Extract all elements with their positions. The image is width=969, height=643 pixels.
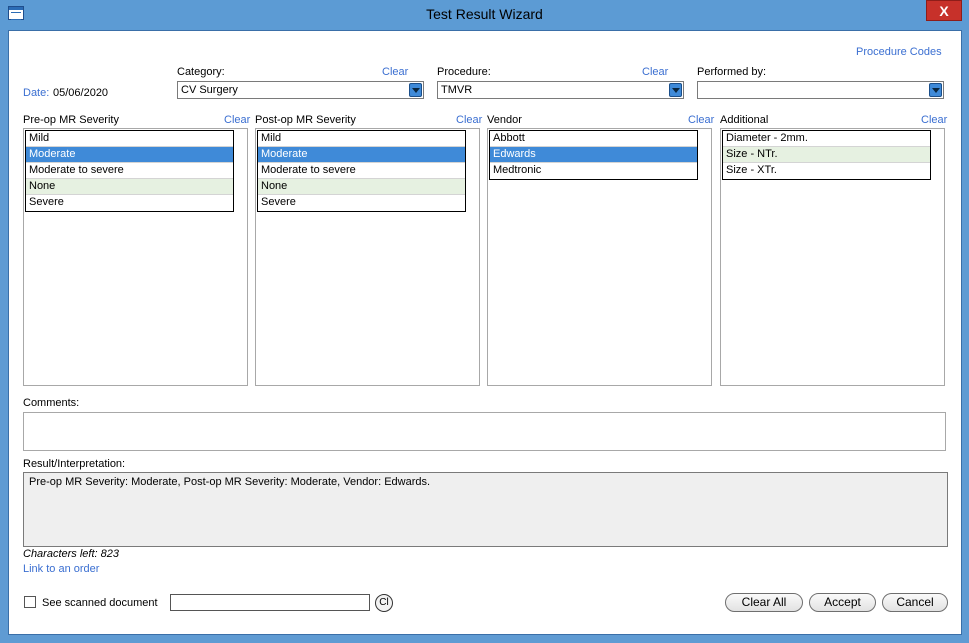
additional-list-panel: Diameter - 2mm. Size - NTr. Size - XTr. [720,128,945,386]
additional-clear-link[interactable]: Clear [921,114,947,126]
title-bar: Test Result Wizard X [0,0,969,30]
result-interpretation-field[interactable]: Pre-op MR Severity: Moderate, Post-op MR… [23,472,948,547]
post-op-severity-clear-link[interactable]: Clear [456,114,482,126]
date-value: 05/06/2020 [53,87,109,99]
post-op-severity-label: Post-op MR Severity [255,114,356,126]
date-label[interactable]: Date: [23,87,49,99]
list-item[interactable]: Edwards [490,147,697,163]
link-to-order[interactable]: Link to an order [23,563,99,575]
result-label: Result/Interpretation: [23,458,126,470]
scanned-clear-button[interactable]: Cl [375,594,393,612]
vendor-list-panel: Abbott Edwards Medtronic [487,128,712,386]
vendor-list[interactable]: Abbott Edwards Medtronic [489,130,698,180]
vendor-clear-link[interactable]: Clear [688,114,714,126]
list-item[interactable]: Size - NTr. [723,147,930,163]
cancel-button[interactable]: Cancel [882,593,948,612]
additional-label: Additional [720,114,769,126]
list-item[interactable]: Severe [26,195,233,211]
chevron-down-icon[interactable] [409,83,422,97]
post-op-severity-list[interactable]: Mild Moderate Moderate to severe None Se… [257,130,466,212]
list-item[interactable]: Medtronic [490,163,697,179]
procedure-codes-link[interactable]: Procedure Codes [856,46,942,58]
list-item[interactable]: Mild [26,131,233,147]
pre-op-severity-list[interactable]: Mild Moderate Moderate to severe None Se… [25,130,234,212]
comments-field[interactable] [23,412,946,451]
list-item[interactable]: Severe [258,195,465,211]
accept-button[interactable]: Accept [809,593,876,612]
procedure-combo[interactable]: TMVR [437,81,684,99]
pre-op-severity-list-panel: Mild Moderate Moderate to severe None Se… [23,128,248,386]
chevron-down-icon[interactable] [929,83,942,97]
clear-all-button[interactable]: Clear All [725,593,803,612]
procedure-label: Procedure: [437,66,491,78]
category-label: Category: [177,66,225,78]
list-item[interactable]: Diameter - 2mm. [723,131,930,147]
list-item[interactable]: Size - XTr. [723,163,930,179]
chevron-down-icon[interactable] [669,83,682,97]
list-item[interactable]: Moderate to severe [26,163,233,179]
list-item[interactable]: Moderate [26,147,233,163]
pre-op-severity-label: Pre-op MR Severity [23,114,119,126]
window-title: Test Result Wizard [426,6,543,22]
scanned-document-field[interactable] [170,594,370,611]
procedure-value: TMVR [441,84,473,96]
list-item[interactable]: Moderate [258,147,465,163]
performed-by-combo[interactable] [697,81,944,99]
see-scanned-checkbox[interactable] [24,596,36,608]
comments-label: Comments: [23,397,80,409]
list-item[interactable]: None [26,179,233,195]
category-combo[interactable]: CV Surgery [177,81,424,99]
see-scanned-label: See scanned document [42,597,158,609]
result-value: Pre-op MR Severity: Moderate, Post-op MR… [29,476,431,488]
list-item[interactable]: Mild [258,131,465,147]
list-item[interactable]: None [258,179,465,195]
dialog-body: Procedure Codes Date: 05/06/2020 Categor… [8,30,962,635]
post-op-severity-list-panel: Mild Moderate Moderate to severe None Se… [255,128,480,386]
additional-list[interactable]: Diameter - 2mm. Size - NTr. Size - XTr. [722,130,931,180]
vendor-label: Vendor [487,114,522,126]
list-item[interactable]: Abbott [490,131,697,147]
category-value: CV Surgery [181,84,238,96]
pre-op-severity-clear-link[interactable]: Clear [224,114,250,126]
close-button[interactable]: X [926,0,962,21]
performed-by-label: Performed by: [697,66,767,78]
procedure-clear-link[interactable]: Clear [642,66,668,78]
category-clear-link[interactable]: Clear [382,66,408,78]
list-item[interactable]: Moderate to severe [258,163,465,179]
characters-left: Characters left: 823 [23,548,119,560]
